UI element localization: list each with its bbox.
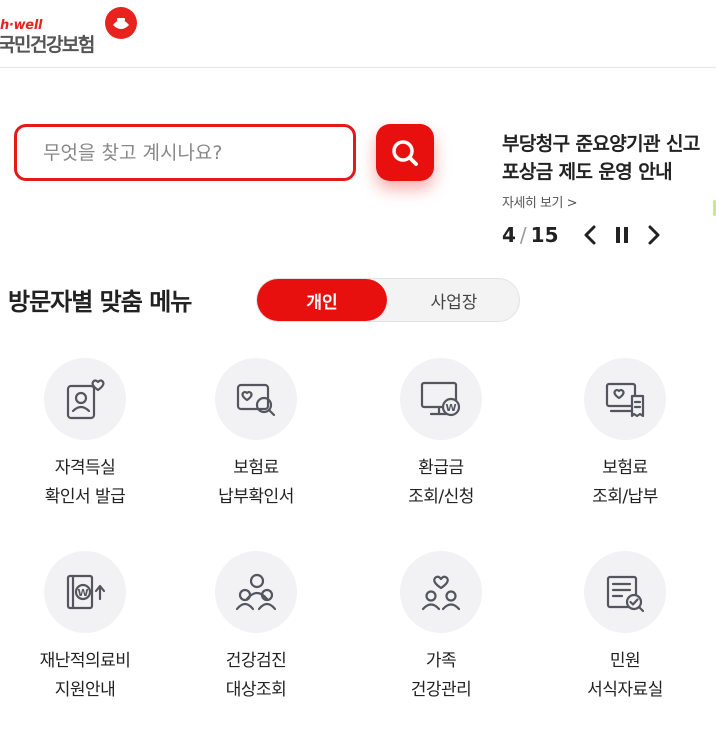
menu-label-line2: 확인서 발급: [44, 487, 126, 507]
menu-item-qualification[interactable]: 자격득실 확인서 발급: [0, 358, 170, 512]
toggle-personal[interactable]: 개인: [257, 279, 387, 321]
menu-label-line2: 지원안내: [54, 680, 116, 700]
search-icon: [392, 139, 418, 166]
book-won-icon: W: [66, 574, 106, 610]
menu-label-line2: 대상조회: [225, 680, 287, 700]
logo-emblem-icon: [105, 7, 137, 39]
menu-item-refund[interactable]: W 환급금 조회/신청: [356, 358, 526, 512]
document-search-icon: [236, 383, 276, 417]
menu-icon-circle: [215, 551, 297, 633]
section-title: 방문자별 맞춤 메뉴: [8, 288, 192, 316]
pause-button[interactable]: [609, 222, 635, 248]
menu-label-line2: 조회/신청: [408, 487, 474, 507]
menu-label-line2: 서식자료실: [587, 680, 663, 700]
pager-separator: /: [519, 223, 527, 247]
menu-label-line1: 환급금: [418, 458, 464, 478]
notice-more-link[interactable]: 자세히 보기 >: [502, 192, 577, 211]
family-heart-icon: [421, 575, 461, 611]
search-input[interactable]: [17, 127, 353, 178]
menu-icon-circle: [44, 358, 126, 440]
menu-item-premium-receipt[interactable]: 보험료 납부확인서: [171, 358, 341, 512]
menu-item-health-checkup[interactable]: 건강검진 대상조회: [171, 551, 341, 705]
pager-current: 4: [502, 223, 516, 247]
menu-item-family-health[interactable]: 가족 건강관리: [356, 551, 526, 705]
prev-button[interactable]: [577, 222, 603, 248]
pause-icon: [615, 227, 628, 243]
menu-label-line2: 건강관리: [410, 680, 472, 700]
menu-label-line1: 가족: [425, 651, 457, 671]
monitor-won-icon: W: [420, 381, 461, 417]
search-button[interactable]: [376, 124, 434, 181]
menu-icon-circle: [215, 358, 297, 440]
menu-label-line1: 보험료: [602, 458, 648, 478]
nhis-logo[interactable]: h·well 국민건강보험: [0, 4, 150, 56]
people-search-icon: [235, 573, 277, 611]
notice-banner: 부당청구 준요양기관 신고 포상금 제도 운영 안내 자세히 보기 > 4 / …: [502, 130, 716, 247]
notice-title-line1[interactable]: 부당청구 준요양기관 신고: [502, 130, 716, 158]
chevron-right-icon: [648, 225, 660, 245]
menu-label-line2: 납부확인서: [218, 487, 294, 507]
form-check-icon: [606, 575, 645, 613]
menu-item-catastrophic-medical[interactable]: W 재난적의료비 지원안내: [0, 551, 170, 705]
logo-korean-text: 국민건강보험: [0, 34, 95, 56]
menu-label-line1: 민원: [609, 651, 641, 671]
notice-pager: 4 / 15: [502, 222, 667, 248]
menu-icon-circle: [584, 551, 666, 633]
visitor-type-toggle: 개인 사업장: [256, 278, 520, 322]
menu-label-line2: 조회/납부: [592, 487, 658, 507]
menu-icon-circle: W: [400, 358, 482, 440]
pager-total: 15: [530, 223, 559, 247]
menu-label-line1: 건강검진: [225, 651, 287, 671]
menu-label-line1: 자격득실: [54, 458, 116, 478]
search-box: [14, 124, 356, 181]
menu-item-premium-inquiry[interactable]: 보험료 조회/납부: [540, 358, 710, 512]
toggle-business[interactable]: 사업장: [389, 279, 519, 321]
menu-icon-circle: [584, 358, 666, 440]
site-header: h·well 국민건강보험: [0, 0, 716, 68]
menu-label-line1: 보험료: [233, 458, 279, 478]
menu-label-line1: 재난적의료비: [39, 651, 131, 671]
certificate-person-icon: [66, 379, 105, 420]
svg-text:W: W: [77, 588, 88, 599]
next-button[interactable]: [641, 222, 667, 248]
notice-title-line2[interactable]: 포상금 제도 운영 안내: [502, 158, 716, 186]
menu-item-civil-forms[interactable]: 민원 서식자료실: [540, 551, 710, 705]
menu-icon-circle: [400, 551, 482, 633]
computer-receipt-icon: [605, 382, 645, 418]
menu-icon-circle: W: [44, 551, 126, 633]
chevron-left-icon: [584, 225, 596, 245]
svg-text:W: W: [445, 403, 456, 414]
